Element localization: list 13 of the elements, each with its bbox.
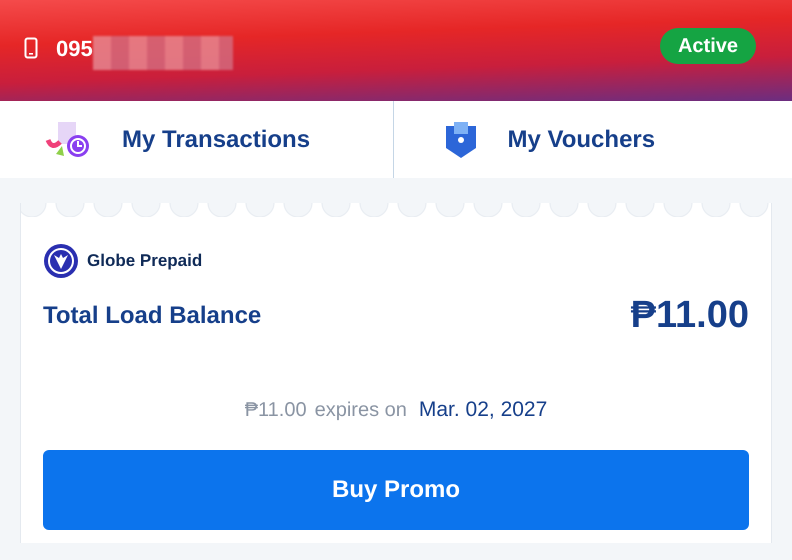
status-badge: Active: [660, 28, 756, 64]
expiry-amount: ₱11.00: [244, 398, 307, 423]
expiry-date: Mar. 02, 2027: [418, 397, 548, 423]
expiry-text: expires on: [314, 398, 407, 423]
phone-number: 095: [56, 34, 93, 62]
balance-amount: ₱11.00: [630, 293, 749, 338]
pocket-icon: [444, 120, 478, 160]
phone-icon: [24, 37, 38, 59]
brand-name: Globe Prepaid: [87, 250, 202, 272]
globe-logo-icon: [43, 243, 79, 279]
buy-promo-button[interactable]: Buy Promo: [43, 450, 749, 530]
receipt-clock-icon: [44, 120, 92, 160]
balance-label: Total Load Balance: [43, 300, 262, 330]
